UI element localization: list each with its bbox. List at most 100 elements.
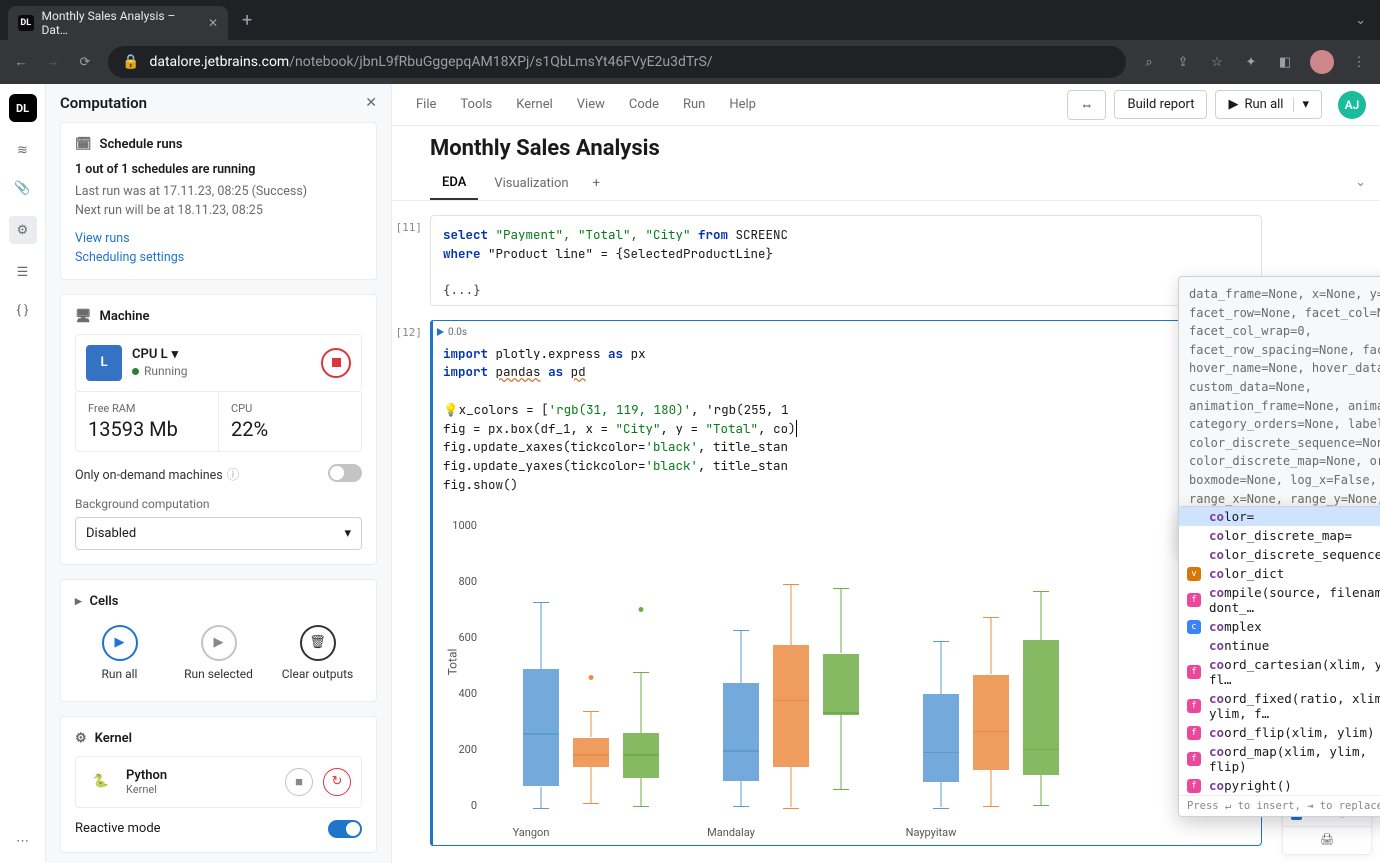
address-bar: ← → ⟳ 🔒 datalore.jetbrains.com/notebook/… [0, 40, 1380, 84]
run-selected-button[interactable]: ▶Run selected [174, 619, 263, 687]
tab-visualization[interactable]: Visualization [482, 168, 580, 199]
notebook-title: Monthly Sales Analysis [392, 126, 1380, 167]
extensions-icon[interactable]: ✦ [1242, 55, 1260, 70]
autocomplete-item[interactable]: color_discrete_sequence= [1179, 545, 1380, 564]
code-editor[interactable]: select "Payment", "Total", "City" from S… [431, 216, 1261, 274]
reactive-mode-toggle[interactable] [328, 820, 362, 838]
print-icon[interactable]: 🖨 [1291, 833, 1363, 846]
computation-sidebar: Computation ✕ 🗓Schedule runs 1 out of 1 … [46, 84, 392, 863]
cell-run-button[interactable]: 0.0s [437, 327, 467, 338]
back-button[interactable]: ← [12, 54, 30, 70]
autocomplete-item[interactable]: fcopyright()builtins [1179, 776, 1380, 795]
browser-tab-bar: DL Monthly Sales Analysis – Dat… ✕ + ⌄ [0, 0, 1380, 40]
profile-avatar[interactable] [1310, 50, 1334, 74]
schedule-last-run: Last run was at 17.11.23, 08:25 (Success… [75, 183, 362, 202]
chevron-down-icon[interactable]: ▾ [172, 347, 179, 362]
url-input[interactable]: 🔒 datalore.jetbrains.com/notebook/jbnL9f… [108, 46, 1126, 78]
code-editor[interactable]: import plotly.express as px import panda… [431, 321, 1261, 505]
rail-list-icon[interactable]: ☰ [13, 262, 33, 282]
autocomplete-item[interactable]: fcompile(source, filename, mode, flags, … [1179, 583, 1380, 617]
schedule-running-text: 1 out of 1 schedules are running [75, 162, 362, 177]
stop-machine-button[interactable] [321, 348, 351, 378]
bookmark-icon[interactable]: ☆ [1208, 55, 1226, 70]
share-button[interactable]: ⇔ [1067, 90, 1106, 120]
user-avatar[interactable]: AJ [1338, 91, 1366, 119]
new-tab-button[interactable]: + [242, 10, 252, 31]
search-icon[interactable]: ⌕ [1140, 55, 1158, 70]
autocomplete-item[interactable]: fcoord_fixed(ratio, xlim, ylim, f…lets_p… [1179, 689, 1380, 723]
rail-layers-icon[interactable]: ≋ [13, 140, 33, 160]
build-report-button[interactable]: Build report [1114, 90, 1207, 119]
cell-prompt: [11] [392, 215, 430, 306]
tab-favicon: DL [18, 15, 34, 31]
info-icon[interactable]: ⓘ [227, 468, 240, 483]
menu-file[interactable]: File [406, 93, 446, 116]
main-area: File Tools Kernel View Code Run Help ⇔ B… [392, 84, 1380, 863]
kernel-stop-button[interactable]: ■ [285, 768, 313, 796]
browser-chrome: DL Monthly Sales Analysis – Dat… ✕ + ⌄ ←… [0, 0, 1380, 84]
menu-help[interactable]: Help [719, 93, 766, 116]
machine-row[interactable]: L CPU L ▾ Running [75, 334, 362, 392]
run-all-button[interactable]: ▶Run all▾ [1215, 90, 1322, 119]
autocomplete-item[interactable]: color= [1179, 507, 1380, 526]
autocomplete-item[interactable]: ccomplexbuiltins [1179, 617, 1380, 636]
autocomplete-item[interactable]: vcolor_dict [1179, 564, 1380, 583]
run-all-button[interactable]: ▶Run all [75, 619, 164, 687]
sheet-tabs: EDA Visualization + ⌄ [392, 167, 1380, 201]
chrome-menu-icon[interactable]: ⋮ [1350, 55, 1368, 70]
autocomplete-item[interactable]: fcoord_cartesian(xlim, ylim, fl…lets_plo… [1179, 655, 1380, 689]
add-tab-button[interactable]: + [585, 168, 608, 199]
machine-badge: L [86, 345, 122, 381]
free-ram-value: 13593 Mb [88, 417, 206, 441]
gear-icon: ⚙ [75, 731, 87, 746]
calendar-icon: 🗓 [75, 137, 92, 152]
python-icon: 🐍 [86, 767, 116, 797]
lock-icon: 🔒 [122, 54, 139, 70]
clear-outputs-button[interactable]: 🗑Clear outputs [273, 619, 362, 687]
menu-view[interactable]: View [567, 93, 615, 116]
cell-body[interactable]: 0.0s ⤢ + ⋯ import plotly.express as px i… [430, 320, 1262, 846]
kernel-restart-button[interactable]: ↻ [323, 768, 351, 796]
tab-close-icon[interactable]: ✕ [208, 16, 218, 30]
bg-computation-select[interactable]: Disabled▾ [75, 517, 362, 550]
rail-more-icon[interactable]: ⋯ [13, 831, 33, 851]
rail-compute-icon[interactable]: ⚙ [9, 216, 37, 244]
cpu-value: 22% [231, 417, 349, 441]
cell-body[interactable]: select "Payment", "Total", "City" from S… [430, 215, 1262, 306]
view-runs-link[interactable]: View runs [75, 231, 362, 246]
autocomplete-item[interactable]: color_discrete_map= [1179, 526, 1380, 545]
sidebar-close-icon[interactable]: ✕ [365, 95, 377, 111]
tabs-chevron-icon[interactable]: ⌄ [1355, 13, 1366, 28]
scheduling-settings-link[interactable]: Scheduling settings [75, 250, 362, 265]
reload-button[interactable]: ⟳ [76, 55, 94, 70]
browser-tab[interactable]: DL Monthly Sales Analysis – Dat… ✕ [8, 6, 228, 40]
autocomplete-item[interactable]: continue [1179, 636, 1380, 655]
menu-run[interactable]: Run [673, 93, 715, 116]
y-axis-label: Total [445, 648, 459, 675]
sidepanel-icon[interactable]: ◧ [1276, 55, 1294, 70]
tabs-chevron-icon[interactable]: ⌄ [1355, 175, 1366, 190]
cells-panel: ▸Cells ▶Run all ▶Run selected 🗑Clear out… [60, 579, 377, 702]
chevron-down-icon[interactable]: ▾ [1293, 97, 1309, 112]
server-icon: 🖥 [75, 309, 92, 324]
schedule-panel: 🗓Schedule runs 1 out of 1 schedules are … [60, 122, 377, 280]
menu-code[interactable]: Code [619, 93, 669, 116]
rail-braces-icon[interactable]: { } [13, 300, 33, 320]
icon-rail: DL ≋ 📎 ⚙ ☰ { } ⋯ [0, 84, 46, 863]
tab-eda[interactable]: EDA [430, 167, 478, 200]
menu-kernel[interactable]: Kernel [506, 93, 563, 116]
schedule-next-run: Next run will be at 18.11.23, 08:25 [75, 202, 362, 221]
forward-button[interactable]: → [44, 54, 62, 70]
autocomplete-item[interactable]: fcoord_flip(xlim, ylim)lets_plot.plot.co… [1179, 723, 1380, 742]
autocomplete-item[interactable]: fcoord_map(xlim, ylim, flip)lets_plot.pl… [1179, 742, 1380, 776]
rail-attach-icon[interactable]: 📎 [13, 178, 33, 198]
ondemand-toggle[interactable] [328, 464, 362, 482]
menu-tools[interactable]: Tools [450, 93, 502, 116]
chart-output: Total [431, 505, 1261, 845]
autocomplete-popup[interactable]: color=color_discrete_map=color_discrete_… [1178, 506, 1380, 817]
play-icon: ▶ [1228, 97, 1238, 112]
chevron-down-icon: ▾ [344, 526, 351, 541]
app-logo[interactable]: DL [9, 94, 37, 122]
share-icon[interactable]: ⇪ [1174, 55, 1192, 70]
machine-panel: 🖥Machine L CPU L ▾ Running Free RAM13593… [60, 294, 377, 565]
